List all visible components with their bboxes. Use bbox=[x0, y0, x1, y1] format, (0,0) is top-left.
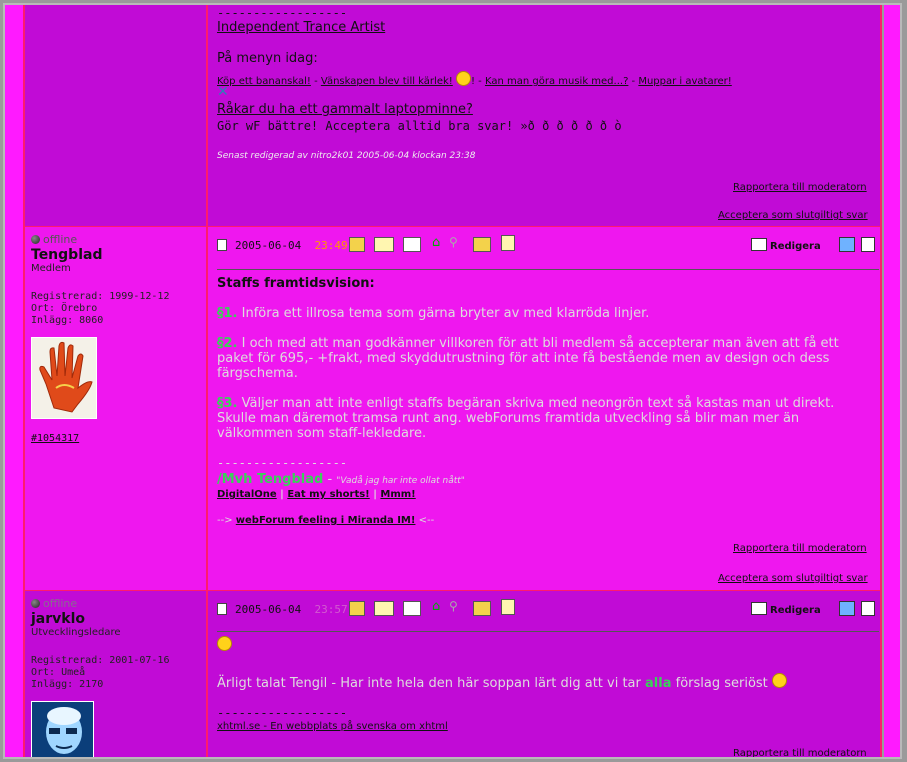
user-city: Ort: Örebro bbox=[31, 303, 98, 314]
signature-line: /Mvh Tengblad - "Vadå jag har inte ollat… bbox=[217, 472, 465, 487]
report-link[interactable]: Rapportera till moderatorn bbox=[733, 748, 867, 757]
sig-link-mmm[interactable]: Mmm! bbox=[380, 489, 415, 500]
avatar-hand bbox=[31, 337, 97, 419]
post-document-icon[interactable] bbox=[217, 239, 227, 251]
email-icon[interactable] bbox=[403, 237, 421, 252]
menu-link-friendship[interactable]: Vänskapen blev till kärlek! bbox=[321, 76, 453, 87]
signature-separator: ------------------ bbox=[217, 456, 348, 470]
search-icon[interactable]: ⚲ bbox=[449, 599, 463, 613]
post-tengblad: offline Tengblad Medlem Registrerad: 199… bbox=[25, 226, 880, 592]
home-icon[interactable]: ⌂ bbox=[432, 599, 446, 614]
offline-status-icon bbox=[31, 235, 40, 244]
grin-smiley-icon bbox=[771, 673, 787, 688]
post-date: 2005-06-04 23:57 bbox=[235, 603, 348, 616]
user-city: Ort: Umeå bbox=[31, 667, 86, 678]
post-toolbar: 2005-06-04 23:49 ⌂ ⚲ Redigera bbox=[217, 233, 877, 255]
sig-link-digitalone[interactable]: DigitalOne bbox=[217, 489, 277, 500]
right-column-rule bbox=[880, 5, 882, 757]
left-pink-stripe bbox=[5, 5, 23, 757]
edit-pencil-icon bbox=[751, 602, 767, 615]
username[interactable]: Tengblad bbox=[31, 247, 207, 263]
network-icon[interactable] bbox=[839, 601, 855, 616]
computer-icon[interactable] bbox=[861, 601, 875, 616]
report-link[interactable]: Rapportera till moderatorn bbox=[733, 182, 867, 193]
right-pink-stripe bbox=[884, 5, 900, 757]
signature-separator: ------------------ bbox=[217, 6, 348, 20]
post-count: Inlägg: 2170 bbox=[31, 679, 104, 690]
user-status: offline bbox=[31, 597, 207, 610]
post-count: Inlägg: 8060 bbox=[31, 315, 104, 326]
signature-links: DigitalOne | Eat my shorts! | Mmm! bbox=[217, 489, 416, 500]
author-sidebar: offline jarvklo Utvecklingsledare Regist… bbox=[25, 591, 207, 757]
signature-link[interactable]: Independent Trance Artist bbox=[217, 20, 385, 35]
quote-icon[interactable] bbox=[349, 601, 365, 616]
report-link[interactable]: Rapportera till moderatorn bbox=[733, 543, 867, 554]
paragraph-1: §1. Införa ett illrosa tema som gärna br… bbox=[217, 306, 650, 321]
edited-note: Senast redigerad av nitro2k01 2005-06-04… bbox=[217, 151, 476, 161]
paragraph-2: §2. I och med att man godkänner villkore… bbox=[217, 336, 839, 381]
username[interactable]: jarvklo bbox=[31, 611, 207, 627]
user-info: Registrerad: 2001-07-16 Ort: Umeå Inlägg… bbox=[31, 655, 207, 691]
miranda-link[interactable]: webForum feeling i Miranda IM! bbox=[236, 515, 416, 526]
smiley-icon bbox=[217, 636, 232, 651]
left-column-rule bbox=[23, 5, 25, 757]
reply-icon[interactable] bbox=[374, 601, 394, 616]
post-time: 23:49 bbox=[314, 239, 348, 252]
profile-icon[interactable] bbox=[473, 601, 491, 616]
post-id-link[interactable]: #1054317 bbox=[31, 433, 207, 444]
edit-pencil-icon bbox=[751, 238, 767, 251]
offline-status-icon bbox=[31, 599, 40, 608]
registered-date: Registrerad: 1999-12-12 bbox=[31, 291, 170, 302]
menu-link-music[interactable]: Kan man göra musik med...? bbox=[485, 76, 628, 87]
signature-separator: ------------------ bbox=[217, 706, 348, 720]
post-jarvklo: offline jarvklo Utvecklingsledare Regist… bbox=[25, 590, 880, 757]
accept-answers-text: Gör wF bättre! Acceptera alltid bra svar… bbox=[217, 119, 622, 133]
forum-frame: ------------------ Independent Trance Ar… bbox=[3, 3, 902, 759]
note-icon[interactable] bbox=[501, 235, 515, 251]
post-body: Staffs framtidsvision: §1. Införa ett il… bbox=[217, 276, 877, 528]
post-time: 23:57 bbox=[314, 603, 348, 616]
edit-button[interactable]: Redigera bbox=[751, 602, 821, 616]
user-role: Medlem bbox=[31, 263, 71, 274]
computer-icon[interactable] bbox=[861, 237, 875, 252]
paragraph-3: §3. Väljer man att inte enligt staffs be… bbox=[217, 396, 835, 441]
laptop-memory-link[interactable]: Råkar du ha ett gammalt laptopminne? bbox=[217, 102, 473, 117]
column-divider-rule bbox=[206, 5, 208, 757]
email-icon[interactable] bbox=[403, 601, 421, 616]
reply-icon[interactable] bbox=[374, 237, 394, 252]
accept-answer-link[interactable]: Acceptera som slutgiltigt svar bbox=[718, 210, 868, 221]
registered-date: Registrerad: 2001-07-16 bbox=[31, 655, 170, 666]
quote-icon[interactable] bbox=[349, 237, 365, 252]
menu-links: Köp ett bananskal! - Vänskapen blev till… bbox=[217, 71, 732, 87]
close-x-icon: ✕ bbox=[217, 84, 229, 100]
note-icon[interactable] bbox=[501, 599, 515, 615]
search-icon[interactable]: ⚲ bbox=[449, 235, 463, 249]
user-role: Utvecklingsledare bbox=[31, 627, 121, 638]
post-divider bbox=[217, 269, 879, 270]
sig-link-eat-my-shorts[interactable]: Eat my shorts! bbox=[287, 489, 369, 500]
post-divider bbox=[217, 631, 879, 632]
post-nitro2k01: ------------------ Independent Trance Ar… bbox=[25, 5, 880, 227]
user-status: offline bbox=[31, 233, 207, 246]
menu-link-banana[interactable]: Köp ett bananskal! bbox=[217, 76, 311, 87]
post-document-icon[interactable] bbox=[217, 603, 227, 615]
post-toolbar: 2005-06-04 23:57 ⌂ ⚲ Redigera bbox=[217, 597, 877, 619]
home-icon[interactable]: ⌂ bbox=[432, 235, 446, 250]
edit-button[interactable]: Redigera bbox=[751, 238, 821, 252]
network-icon[interactable] bbox=[839, 237, 855, 252]
avatar-face bbox=[31, 701, 94, 757]
post-heading: Staffs framtidsvision: bbox=[217, 276, 375, 291]
author-sidebar: offline Tengblad Medlem Registrerad: 199… bbox=[25, 227, 207, 444]
menu-heading: På menyn idag: bbox=[217, 51, 318, 66]
accept-answer-link[interactable]: Acceptera som slutgiltigt svar bbox=[718, 573, 868, 584]
miranda-line: --> webForum feeling i Miranda IM! <-- bbox=[217, 515, 435, 526]
user-info: Registrerad: 1999-12-12 Ort: Örebro Inlä… bbox=[31, 291, 207, 327]
post-body: Ärligt talat Tengil - Har inte hela den … bbox=[217, 673, 787, 691]
xhtml-link[interactable]: xhtml.se - En webbplats på svenska om xh… bbox=[217, 721, 448, 732]
profile-icon[interactable] bbox=[473, 237, 491, 252]
menu-link-muppets[interactable]: Muppar i avatarer! bbox=[638, 76, 731, 87]
tongue-smiley-icon bbox=[455, 71, 471, 86]
post-date: 2005-06-04 23:49 bbox=[235, 239, 348, 252]
